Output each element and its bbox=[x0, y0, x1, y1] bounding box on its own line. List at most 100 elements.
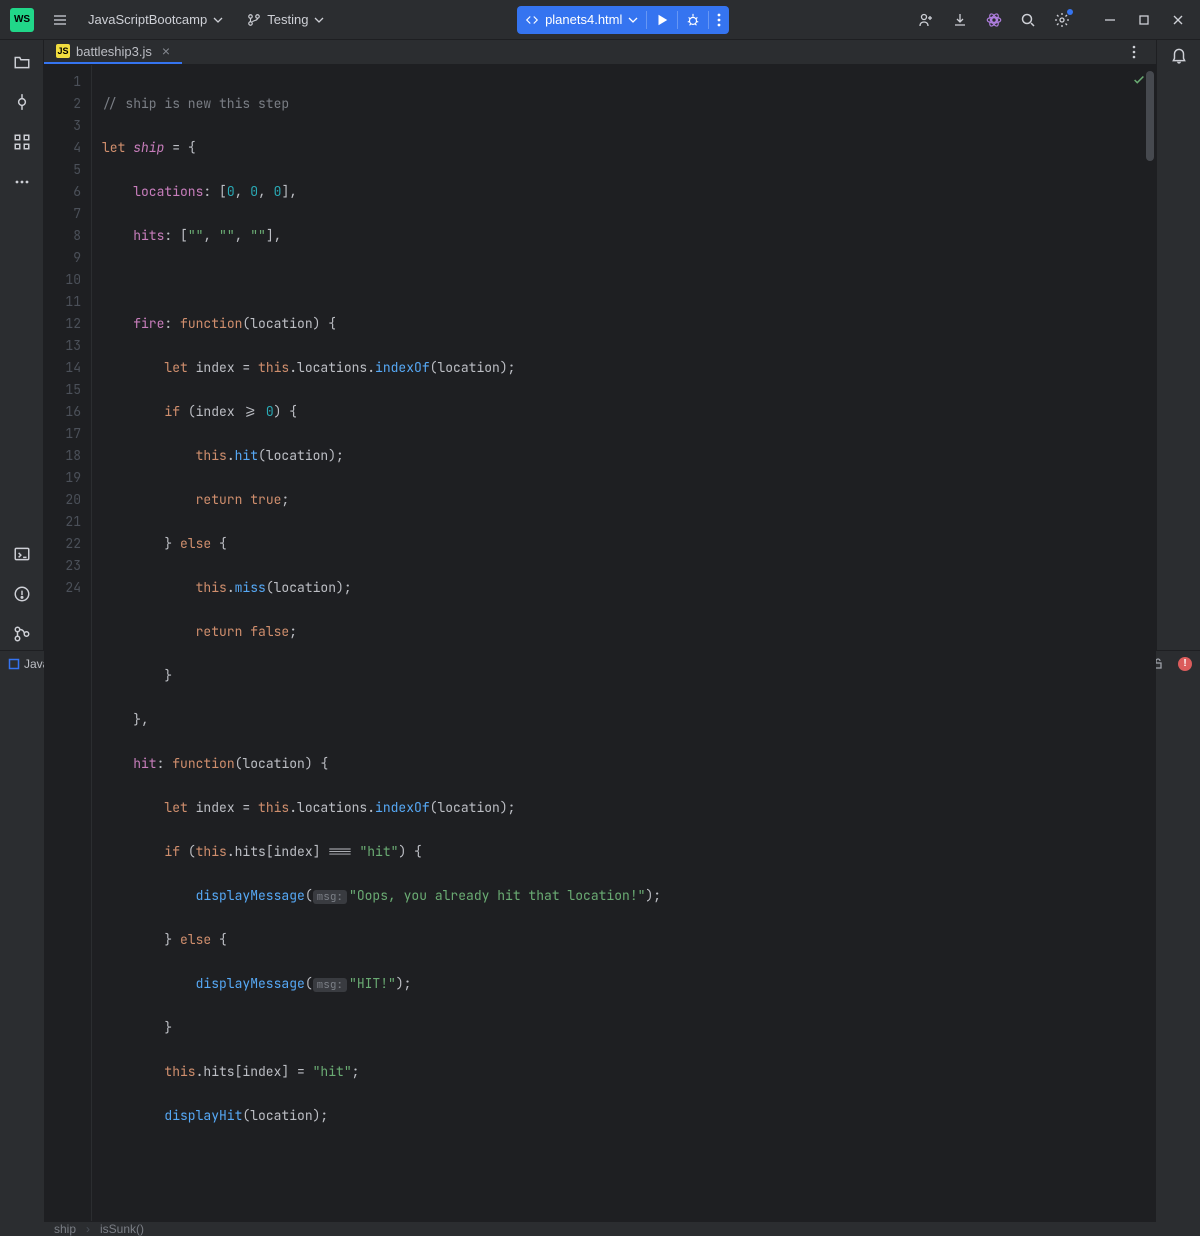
line-number: 9 bbox=[44, 247, 81, 269]
code-text: 0 bbox=[250, 183, 258, 200]
line-number: 22 bbox=[44, 533, 81, 555]
line-number: 8 bbox=[44, 225, 81, 247]
structure-tool-icon[interactable] bbox=[6, 126, 38, 158]
code-text: "" bbox=[219, 227, 235, 244]
code-text: 0 bbox=[227, 183, 235, 200]
line-number: 12 bbox=[44, 313, 81, 335]
code-text: .hits[index] = bbox=[196, 1063, 313, 1080]
vertical-scrollbar[interactable] bbox=[1144, 65, 1156, 1221]
line-number: 7 bbox=[44, 203, 81, 225]
line-number: 15 bbox=[44, 379, 81, 401]
scrollbar-thumb[interactable] bbox=[1146, 71, 1154, 161]
line-number: 6 bbox=[44, 181, 81, 203]
terminal-tool-icon[interactable] bbox=[6, 538, 38, 570]
vcs-tool-icon[interactable] bbox=[6, 618, 38, 650]
ai-assistant-icon[interactable] bbox=[980, 6, 1008, 34]
code-text: function bbox=[172, 755, 234, 772]
debug-button[interactable] bbox=[678, 13, 708, 27]
window-close-icon[interactable] bbox=[1164, 6, 1192, 34]
line-number: 18 bbox=[44, 445, 81, 467]
line-number: 4 bbox=[44, 137, 81, 159]
main-column: JS battleship3.js × 1 2 3 4 5 6 7 8 9 bbox=[44, 40, 1156, 650]
code-text: ( bbox=[235, 755, 243, 772]
line-number: 14 bbox=[44, 357, 81, 379]
code-with-me-icon[interactable] bbox=[912, 6, 940, 34]
code-text: ) { bbox=[313, 315, 336, 332]
code-text: else bbox=[180, 931, 211, 948]
line-number: 21 bbox=[44, 511, 81, 533]
left-tool-rail bbox=[0, 40, 44, 650]
code-text: .hits[index] === bbox=[227, 843, 360, 860]
code-text: true bbox=[250, 491, 281, 508]
tab-battleship3[interactable]: JS battleship3.js × bbox=[44, 40, 182, 64]
run-config-widget: planets4.html bbox=[517, 6, 729, 34]
code-text: "" bbox=[250, 227, 266, 244]
vcs-branch-dropdown[interactable]: Testing bbox=[239, 6, 332, 34]
branch-icon bbox=[247, 13, 261, 27]
code-text: this bbox=[164, 1063, 195, 1080]
code-text: ], bbox=[281, 183, 297, 200]
code-text: indexOf bbox=[375, 799, 430, 816]
code-text: = { bbox=[164, 139, 195, 156]
window-minimize-icon[interactable] bbox=[1096, 6, 1124, 34]
code-text: "Oops, you already hit that location!" bbox=[349, 887, 645, 904]
code-text: ( bbox=[180, 843, 196, 860]
app-logo[interactable]: WS bbox=[10, 8, 34, 32]
main-menu-icon[interactable] bbox=[46, 6, 74, 34]
code-text: else bbox=[180, 535, 211, 552]
code-text: ship bbox=[133, 139, 164, 156]
code-text: this bbox=[258, 359, 289, 376]
problems-indicator-icon[interactable]: ! bbox=[1178, 657, 1192, 671]
code-text: { bbox=[211, 931, 227, 948]
crumb-item[interactable]: isSunk() bbox=[100, 1222, 144, 1236]
right-tool-rail bbox=[1156, 40, 1200, 650]
code-text: false bbox=[250, 623, 289, 640]
editor-tabs: JS battleship3.js × bbox=[44, 40, 1156, 65]
project-dropdown[interactable]: JavaScriptBootcamp bbox=[80, 6, 231, 34]
line-number: 2 bbox=[44, 93, 81, 115]
code-text: ) { bbox=[398, 843, 421, 860]
updates-icon[interactable] bbox=[946, 6, 974, 34]
code-text: displayMessage bbox=[196, 887, 305, 904]
more-tools-icon[interactable] bbox=[6, 166, 38, 198]
line-number: 5 bbox=[44, 159, 81, 181]
code-text: . bbox=[227, 447, 235, 464]
line-number: 23 bbox=[44, 555, 81, 577]
code-text: indexOf bbox=[375, 359, 430, 376]
close-tab-icon[interactable]: × bbox=[162, 43, 170, 59]
code-text: displayHit bbox=[164, 1107, 242, 1124]
line-number: 1 bbox=[44, 71, 81, 93]
window-maximize-icon[interactable] bbox=[1130, 6, 1158, 34]
code-editor[interactable]: 1 2 3 4 5 6 7 8 9 10 11 12 13 14 15 16 1… bbox=[44, 65, 1156, 1221]
chevron-down-icon bbox=[213, 15, 223, 25]
code-text: index = bbox=[188, 359, 258, 376]
search-everywhere-icon[interactable] bbox=[1014, 6, 1042, 34]
code-text: location bbox=[250, 315, 312, 332]
line-number: 3 bbox=[44, 115, 81, 137]
more-run-options-button[interactable] bbox=[709, 13, 729, 27]
commit-tool-icon[interactable] bbox=[6, 86, 38, 118]
code-text: this bbox=[196, 843, 227, 860]
code-text: , bbox=[235, 227, 251, 244]
code-text: ); bbox=[645, 887, 661, 904]
structure-breadcrumb: ship › isSunk() bbox=[44, 1221, 1156, 1236]
settings-icon[interactable] bbox=[1048, 6, 1076, 34]
line-number: 11 bbox=[44, 291, 81, 313]
crumb-item[interactable]: ship bbox=[54, 1222, 76, 1236]
problems-tool-icon[interactable] bbox=[6, 578, 38, 610]
code-text: "hit" bbox=[313, 1063, 352, 1080]
code-text: , bbox=[258, 183, 274, 200]
workarea: JS battleship3.js × 1 2 3 4 5 6 7 8 9 bbox=[0, 40, 1200, 650]
tab-options-icon[interactable] bbox=[1122, 40, 1146, 64]
code-text: let bbox=[164, 799, 187, 816]
notifications-icon[interactable] bbox=[1170, 46, 1188, 64]
code-text: 0 bbox=[266, 403, 274, 420]
code-area[interactable]: // ship is new this step let ship = { lo… bbox=[92, 65, 1156, 1221]
run-config-dropdown[interactable]: planets4.html bbox=[517, 12, 646, 27]
code-text: .locations. bbox=[289, 359, 375, 376]
project-tool-icon[interactable] bbox=[6, 46, 38, 78]
run-button[interactable] bbox=[647, 13, 677, 27]
code-text: fire bbox=[133, 315, 164, 332]
chevron-down-icon bbox=[314, 15, 324, 25]
code-text: "HIT!" bbox=[349, 975, 396, 992]
